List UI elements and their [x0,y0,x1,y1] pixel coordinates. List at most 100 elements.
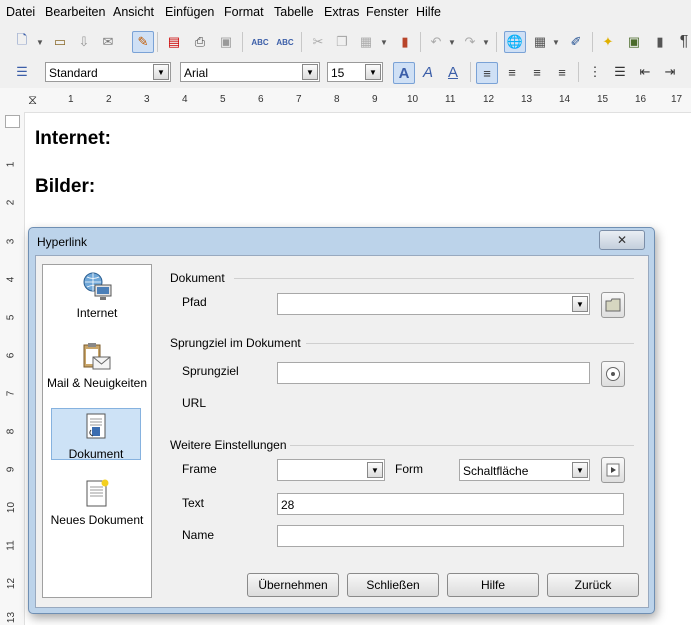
align-center-icon[interactable]: ≡ [502,62,522,82]
new-document-icon[interactable]: 🗋 [12,32,32,52]
table-icon[interactable]: ▦ [530,32,550,52]
bold-icon[interactable]: A [393,62,415,84]
email-icon[interactable]: ✉ [98,32,118,52]
ruler-number: 4 [182,94,188,105]
toolbar-separator [242,32,243,52]
menu-bearbeiten[interactable]: Bearbeiten [45,5,105,19]
menu-ansicht[interactable]: Ansicht [113,5,154,19]
folder-icon [605,298,621,312]
print-preview-icon[interactable]: ▣ [216,32,236,52]
chevron-down-icon[interactable]: ▼ [365,64,381,80]
mail-clipboard-icon [81,341,113,373]
sidebar-item-mail[interactable]: Mail & Neuigkeiten [45,341,149,407]
menu-hilfe[interactable]: Hilfe [416,5,441,19]
text-value: 28 [281,498,295,512]
increase-indent-icon[interactable]: ⇥ [660,62,680,82]
path-combobox[interactable]: ▼ [277,293,590,315]
decrease-indent-icon[interactable]: ⇤ [635,62,655,82]
name-input[interactable] [277,525,624,547]
bullets-icon[interactable]: ☰ [610,62,630,82]
toolbar-separator [496,32,497,52]
close-icon[interactable]: ✕ [599,230,645,250]
sidebar-item-label: Mail & Neuigkeiten [46,376,148,390]
copy-icon[interactable]: ❐ [332,32,352,52]
menu-format[interactable]: Format [224,5,264,19]
hyperlink-icon[interactable]: 🌐 [504,31,526,53]
horizontal-ruler[interactable]: ⧖ 1 2 3 4 5 6 7 8 9 10 11 12 13 14 15 16… [0,88,691,113]
toolbar-separator [470,62,471,82]
gallery-icon[interactable]: ▣ [624,32,644,52]
back-button[interactable]: Zurück [547,573,639,597]
close-button[interactable]: Schließen [347,573,439,597]
font-name-select[interactable]: Arial ▼ [180,62,320,82]
chevron-down-icon[interactable]: ▼ [572,296,588,312]
save-icon[interactable]: ⇩ [74,32,94,52]
paste-dropdown-icon[interactable]: ▼ [380,32,388,52]
ruler-number: 6 [5,352,17,359]
section-further-title: Weitere Einstellungen [170,438,287,452]
chevron-down-icon[interactable]: ▼ [153,64,169,80]
new-dropdown-icon[interactable]: ▼ [36,32,44,52]
font-size-select[interactable]: 15 ▼ [327,62,383,82]
print-icon[interactable]: ⎙ [190,32,210,52]
target-in-document-button[interactable] [601,361,625,387]
open-file-button[interactable] [601,292,625,318]
form-select[interactable]: Schaltfläche ▼ [459,459,590,481]
cut-icon[interactable]: ✂ [308,32,328,52]
underline-icon[interactable]: A [443,62,463,82]
events-button[interactable] [601,457,625,483]
chevron-down-icon[interactable]: ▼ [367,462,383,478]
tab-stop-icon[interactable]: ⧖ [28,92,37,108]
export-pdf-icon[interactable]: ▤ [164,32,184,52]
frame-combobox[interactable]: ▼ [277,459,385,481]
menu-tabelle[interactable]: Tabelle [274,5,314,19]
ruler-number: 9 [5,466,17,473]
sidebar-item-neues-dokument[interactable]: Neues Dokument [45,478,149,544]
name-label: Name [182,528,215,542]
ruler-number: 17 [671,94,683,105]
formatting-marks-icon[interactable]: ¶ [674,32,691,52]
styles-formatting-icon[interactable]: ☰ [12,62,32,82]
sidebar-item-internet[interactable]: Internet [45,271,149,323]
menu-extras[interactable]: Extras [324,5,359,19]
ruler-number: 11 [445,94,456,105]
chevron-down-icon[interactable]: ▼ [572,462,588,478]
paragraph-style-select[interactable]: Standard ▼ [45,62,171,82]
menu-einfuegen[interactable]: Einfügen [165,5,214,19]
apply-button[interactable]: Übernehmen [247,573,339,597]
text-input[interactable]: 28 [277,493,624,515]
italic-icon[interactable]: A [418,62,438,82]
spellcheck-icon[interactable]: ABC [250,32,270,52]
help-button[interactable]: Hilfe [447,573,539,597]
align-left-icon[interactable]: ≡ [476,62,498,84]
vertical-ruler[interactable]: 1 2 3 4 5 6 7 8 9 10 11 12 13 [0,112,25,625]
data-sources-icon[interactable]: ▮ [650,32,670,52]
target-input[interactable] [277,362,590,384]
doc-heading-bilder[interactable]: Bilder: [35,176,95,198]
open-folder-icon[interactable]: ▭ [50,32,70,52]
redo-dropdown-icon[interactable]: ▼ [482,32,490,52]
clone-formatting-icon[interactable]: ▮ [395,32,415,52]
menu-fenster[interactable]: Fenster [366,5,408,19]
edit-mode-icon[interactable]: ✎ [132,31,154,53]
navigator-icon[interactable]: ✦ [598,32,618,52]
redo-icon[interactable]: ↷ [460,32,480,52]
undo-icon[interactable]: ↶ [426,32,446,52]
section-divider [290,445,634,446]
autospellcheck-icon[interactable]: ABC [275,32,295,52]
ruler-number: 10 [6,501,18,514]
chevron-down-icon[interactable]: ▼ [302,64,318,80]
numbering-icon[interactable]: ⋮ [585,62,605,82]
align-right-icon[interactable]: ≡ [527,62,547,82]
undo-dropdown-icon[interactable]: ▼ [448,32,456,52]
table-dropdown-icon[interactable]: ▼ [552,32,560,52]
ruler-number: 8 [5,428,17,435]
show-draw-functions-icon[interactable]: ✐ [566,32,586,52]
sidebar-item-dokument[interactable]: Dokument [51,408,141,461]
justify-icon[interactable]: ≡ [552,62,572,82]
ruler-number: 10 [407,94,419,105]
paste-icon[interactable]: ▦ [356,32,376,52]
ruler-number: 11 [5,540,17,551]
menu-datei[interactable]: Datei [6,5,35,19]
doc-heading-internet[interactable]: Internet: [35,128,111,150]
